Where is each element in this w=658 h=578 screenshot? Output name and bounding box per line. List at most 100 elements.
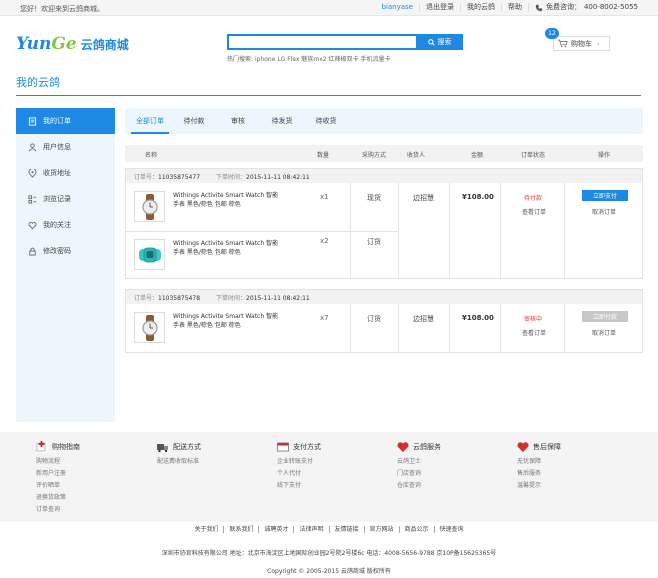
product-name[interactable]: Withings Activite Smart Watch 智能手表 黑色/棕色… xyxy=(173,191,283,209)
guide-link[interactable]: 云鸽卫士 xyxy=(397,456,441,468)
tab-all-orders[interactable]: 全部订单 xyxy=(131,108,169,134)
col-name: 名称 xyxy=(145,152,158,159)
order-number: 订单号：11035875478 xyxy=(134,293,200,302)
hot-term[interactable]: 魅族mx2 xyxy=(301,56,326,63)
order-receiver: 边招慧 xyxy=(413,315,434,323)
guide-link[interactable]: 订单查询 xyxy=(36,504,80,516)
footer-address: 深圳市协官科技有限公司 地址：北京市海淀区上地国际创业园2号院2号楼6c 电话：… xyxy=(161,550,497,557)
hot-term[interactable]: iphone xyxy=(255,56,275,63)
guide-title: 支付方式 xyxy=(277,440,321,454)
guide-link[interactable]: 配送费收取标准 xyxy=(157,456,201,468)
lock-icon xyxy=(29,247,36,256)
footer-link[interactable]: 快速查询 xyxy=(433,526,469,533)
product-name[interactable]: Withings Activite Smart Watch 智能手表 黑色/棕色… xyxy=(173,312,283,330)
product-thumbnail[interactable] xyxy=(134,239,165,270)
product-thumbnail[interactable] xyxy=(134,312,165,343)
view-order-link[interactable]: 查看订单 xyxy=(522,207,546,216)
top-bar: 您好！欢迎来到云鸽商城。 bianyase 退出登录 我的云鸽 帮助 免费咨询：… xyxy=(0,0,658,16)
search-button[interactable]: 搜索 xyxy=(416,34,463,50)
phone-icon xyxy=(535,4,543,11)
cart-plus-icon xyxy=(36,441,48,453)
hotline-number: 400-8002-5055 xyxy=(583,3,638,11)
guide-link[interactable]: 企业转账支付 xyxy=(277,456,321,468)
sidebar-item-history[interactable]: 浏览记录 xyxy=(16,186,115,212)
order-number-value: 11035875477 xyxy=(158,174,201,181)
order-status: 审核中 xyxy=(524,316,543,323)
tab-pending-shipment[interactable]: 待发货 xyxy=(263,108,301,134)
footer-link[interactable]: 友情链接 xyxy=(328,526,364,533)
guide-links: 购物流程 新用户注册 评价晒单 退换货政策 订单查询 xyxy=(36,456,80,516)
hot-search-label: 热门搜索: xyxy=(227,56,254,63)
sidebar-item-orders[interactable]: 我的订单 xyxy=(16,108,115,134)
guide-link[interactable]: 温馨提示 xyxy=(517,480,561,492)
sidebar-item-label: 浏览记录 xyxy=(43,195,71,203)
guide-links: 配送费收取标准 xyxy=(157,456,201,468)
sidebar-item-address[interactable]: 收货地址 xyxy=(16,160,115,186)
guide-links: 企业转账支付 个人代付 线下支付 xyxy=(277,456,321,492)
my-account-link[interactable]: 我的云鸽 xyxy=(459,3,501,12)
help-link[interactable]: 帮助 xyxy=(500,3,528,12)
guide-link[interactable]: 新用户注册 xyxy=(36,468,80,480)
footer-link[interactable]: 官方网站 xyxy=(363,526,399,533)
site-logo[interactable]: Yun Ge 云鸽商城 xyxy=(16,34,129,54)
guide-link[interactable]: 仓库查询 xyxy=(397,480,441,492)
cart-button[interactable]: 购物车 › xyxy=(553,36,610,51)
guide-column-service: 云鸽服务 云鸽卫士 门店查询 仓库查询 xyxy=(397,440,441,492)
sidebar-item-password[interactable]: 修改密码 xyxy=(16,238,115,264)
guide-column-delivery: 配送方式 配送费收取标准 xyxy=(157,440,201,468)
search-icon xyxy=(427,38,435,46)
guide-link[interactable]: 个人代付 xyxy=(277,468,321,480)
footer-copyright: Copyright © 2005-2015 云鸽商城 版权所有 xyxy=(267,568,391,575)
tab-review[interactable]: 审核 xyxy=(219,108,257,134)
guide-title: 配送方式 xyxy=(157,440,201,454)
guide-link[interactable]: 无忧保障 xyxy=(517,456,561,468)
guide-link[interactable]: 线下支付 xyxy=(277,480,321,492)
footer-link[interactable]: 关于我们 xyxy=(189,526,223,533)
order-icon xyxy=(28,116,37,126)
col-receiver: 收货人 xyxy=(407,152,426,159)
search-input[interactable] xyxy=(229,36,415,48)
tab-pending-receipt[interactable]: 待收货 xyxy=(307,108,345,134)
heart-icon xyxy=(517,441,529,453)
tab-pending-payment[interactable]: 待付款 xyxy=(175,108,213,134)
guide-link[interactable]: 购物流程 xyxy=(36,456,80,468)
order-number-label: 订单号： xyxy=(134,174,159,181)
guide-link[interactable]: 评价晒单 xyxy=(36,480,80,492)
product-name[interactable]: Withings Activite Smart Watch 智能手表 黑色/棕色… xyxy=(173,239,283,257)
footer-link[interactable]: 联系我们 xyxy=(223,526,258,533)
guide-link[interactable]: 门店查询 xyxy=(397,468,441,480)
guide-link[interactable]: 售后服务 xyxy=(517,468,561,480)
heart-icon xyxy=(28,221,37,229)
logout-link[interactable]: 退出登录 xyxy=(418,3,460,12)
product-thumbnail[interactable] xyxy=(134,191,165,222)
pay-now-button[interactable]: 立即支付 xyxy=(582,190,628,201)
logo-cn: 云鸽商城 xyxy=(80,38,129,52)
cart-icon xyxy=(558,39,568,48)
order-header: 订单号：11035875477 下单时间：2015-11-11 08:42:11 xyxy=(126,169,642,183)
sidebar-item-user-info[interactable]: 用户信息 xyxy=(16,134,115,160)
cancel-order-link[interactable]: 取消订单 xyxy=(592,207,616,216)
guide-link[interactable]: 退换货政策 xyxy=(36,492,80,504)
cancel-order-link[interactable]: 取消订单 xyxy=(592,328,616,337)
order-number-value: 11035875478 xyxy=(158,295,201,302)
order-amount: ¥108.00 xyxy=(462,314,494,322)
hotline: 免费咨询： 400-8002-5055 xyxy=(527,3,644,12)
order-time-label: 下单时间： xyxy=(216,295,247,302)
sidebar-item-favorites[interactable]: 我的关注 xyxy=(16,212,115,238)
hot-term[interactable]: 手机流量卡 xyxy=(360,56,390,63)
footer-link[interactable]: 诚聘英才 xyxy=(258,526,293,533)
col-method: 采购方式 xyxy=(362,152,387,159)
guide-title-text: 云鸽服务 xyxy=(413,443,441,451)
view-order-link[interactable]: 查看订单 xyxy=(522,328,546,337)
user-icon xyxy=(28,142,37,151)
sidebar-item-label: 收货地址 xyxy=(43,169,71,177)
cart-count-badge: 12 xyxy=(545,28,559,39)
guide-title-text: 支付方式 xyxy=(293,443,321,451)
username-link[interactable]: bianyase xyxy=(375,3,419,12)
hot-term[interactable]: LG Flex xyxy=(277,56,299,63)
history-icon xyxy=(28,194,37,204)
guide-column-aftersales: 售后保障 无忧保障 售后服务 温馨提示 xyxy=(517,440,561,492)
hot-term[interactable]: 红辣椒双卡 xyxy=(329,56,359,63)
footer-link[interactable]: 商品公示 xyxy=(398,526,434,533)
footer-link[interactable]: 法律声明 xyxy=(293,526,328,533)
